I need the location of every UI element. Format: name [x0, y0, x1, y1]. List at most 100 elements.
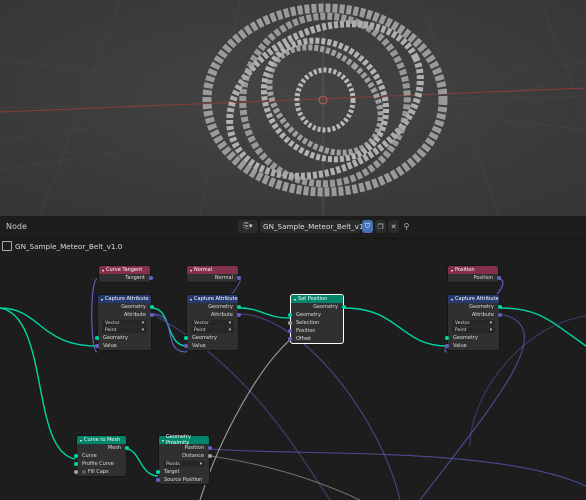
input-socket[interactable] [74, 470, 78, 474]
node-title: Normal [194, 267, 213, 273]
dropdown-value: Vector [455, 320, 470, 326]
socket-label: Geometry [192, 335, 217, 341]
socket-label: Geometry [313, 304, 338, 310]
link-prox-dist [209, 455, 361, 500]
node-capture-attribute-2[interactable]: ▾ Capture Attribute Geometry Attribute Ve… [184, 294, 241, 351]
input-socket[interactable] [74, 454, 78, 458]
dropdown-value: Vector [105, 320, 120, 326]
data-type-dropdown[interactable]: Vector ▾ [191, 320, 234, 326]
node-position[interactable]: ▾ Position Position [447, 265, 501, 283]
output-socket[interactable] [149, 276, 153, 280]
input-socket[interactable] [156, 470, 160, 474]
node-curve-to-mesh[interactable]: ▾ Curve to Mesh Mesh Curve Profile Curve … [74, 435, 129, 477]
socket-label: Attribute [123, 312, 146, 318]
input-socket[interactable] [288, 313, 292, 317]
link-mesh-target [125, 448, 159, 477]
domain-dropdown[interactable]: Point ▾ [102, 327, 147, 333]
node-geometry-proximity[interactable]: ▾ Geometry Proximity Position Distance Po… [156, 434, 212, 485]
socket-label: Position [473, 275, 493, 281]
node-title: Capture Attribute [455, 296, 499, 302]
output-socket[interactable] [237, 305, 241, 309]
node-curve-tangent[interactable]: ▾ Curve Tangent Tangent [98, 265, 153, 283]
socket-label: Geometry [296, 312, 321, 318]
3d-viewport[interactable] [0, 0, 586, 216]
output-socket[interactable] [498, 313, 502, 317]
socket-label: Value [453, 343, 467, 349]
dropdown-value: Vector [194, 320, 209, 326]
input-socket[interactable] [156, 478, 160, 482]
socket-label: Attribute [210, 312, 233, 318]
data-type-dropdown[interactable]: Vector ▾ [102, 320, 147, 326]
link-offset-in [199, 339, 291, 500]
link-geo-c1-c2 [151, 307, 188, 347]
output-socket[interactable] [237, 313, 241, 317]
socket-label: Curve [82, 453, 97, 459]
chevron-down-icon: ▾ [141, 327, 144, 333]
dropdown-value: Point [105, 327, 117, 333]
output-socket[interactable] [342, 305, 346, 309]
output-socket[interactable] [208, 446, 212, 450]
domain-dropdown[interactable]: Point ▾ [452, 327, 495, 333]
node-title: Set Position [298, 296, 328, 302]
socket-label: Fill Caps [88, 469, 109, 475]
fill-caps-checkbox[interactable] [82, 470, 86, 474]
input-socket[interactable] [184, 344, 188, 348]
chevron-down-icon: ▾ [489, 327, 492, 333]
node-title: Curve Tangent [106, 267, 143, 273]
input-socket[interactable] [95, 344, 99, 348]
link-geometry-left [0, 307, 98, 347]
node-set-position[interactable]: ▾ Set Position Geometry Geometry Selectio… [288, 294, 346, 344]
socket-label: Target [164, 469, 180, 475]
link-geo-out [499, 307, 586, 347]
chevron-down-icon: ▾ [141, 320, 144, 326]
output-socket[interactable] [208, 454, 212, 458]
node-normal[interactable]: ▾ Normal Normal [186, 265, 241, 283]
socket-label: Offset [296, 336, 312, 342]
socket-label: Geometry [469, 304, 494, 310]
link-geo-setpos-c3 [343, 307, 448, 347]
output-socket[interactable] [125, 446, 129, 450]
domain-dropdown[interactable]: Point ▾ [191, 327, 234, 333]
data-type-dropdown[interactable]: Vector ▾ [452, 320, 495, 326]
chevron-down-icon: ▾ [228, 327, 231, 333]
socket-label: Profile Curve [82, 461, 114, 467]
socket-label: Selection [296, 320, 320, 326]
node-title: Capture Attribute [194, 296, 238, 302]
socket-label: Position [184, 445, 204, 451]
node-capture-attribute-3[interactable]: ▾ Capture Attribute Geometry Attribute Ve… [445, 294, 502, 351]
input-socket[interactable] [95, 336, 99, 340]
input-socket[interactable] [288, 321, 292, 325]
output-socket[interactable] [150, 305, 154, 309]
socket-label: Mesh [107, 445, 121, 451]
input-socket[interactable] [184, 336, 188, 340]
output-socket[interactable] [150, 313, 154, 317]
link-geo-c2-setpos [238, 307, 291, 319]
socket-label: Geometry [208, 304, 233, 310]
output-socket[interactable] [497, 276, 501, 280]
output-socket[interactable] [237, 276, 241, 280]
socket-label: Geometry [103, 335, 128, 341]
chevron-down-icon: ▾ [489, 320, 492, 326]
input-socket[interactable] [288, 337, 292, 341]
socket-label: Attribute [471, 312, 494, 318]
output-socket[interactable] [498, 305, 502, 309]
link-geometry-curve [0, 307, 76, 460]
socket-label: Tangent [125, 275, 145, 281]
input-socket[interactable] [445, 344, 449, 348]
socket-label: Geometry [121, 304, 146, 310]
node-editor[interactable]: Node ⎘▾ GN_Sample_Meteor_Belt_v1.0 ⛉ ❐ ✕… [0, 216, 586, 500]
node-title: Position [455, 267, 475, 273]
viewport-scene [0, 0, 586, 216]
chevron-down-icon: ▾ [228, 320, 231, 326]
socket-label: Normal [214, 275, 233, 281]
socket-label: Distance [182, 453, 204, 459]
socket-label: Source Position [164, 477, 203, 483]
fill-caps-checkbox-row[interactable]: Fill Caps [74, 468, 126, 476]
target-element-dropdown[interactable]: Points ▾ [163, 461, 205, 467]
chevron-down-icon: ▾ [199, 461, 202, 467]
socket-label: Value [103, 343, 117, 349]
input-socket[interactable] [74, 462, 78, 466]
input-socket[interactable] [445, 336, 449, 340]
input-socket[interactable] [288, 329, 292, 333]
node-capture-attribute-1[interactable]: ▾ Capture Attribute Geometry Attribute Ve… [95, 294, 154, 351]
